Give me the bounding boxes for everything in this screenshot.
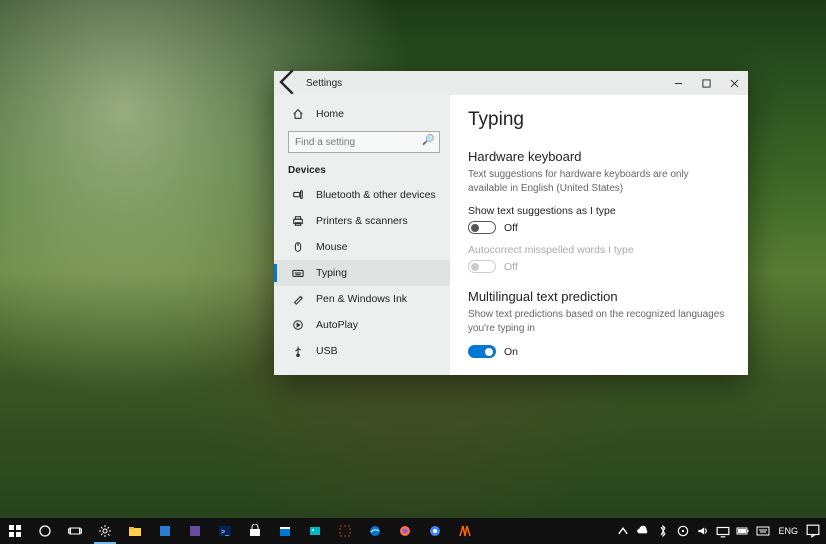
- taskbar-explorer[interactable]: [120, 518, 150, 544]
- taskbar-app-3[interactable]: [450, 518, 480, 544]
- cortana-button[interactable]: [30, 518, 60, 544]
- nav-label: Pen & Windows Ink: [316, 293, 407, 305]
- tray-action-center-icon[interactable]: [804, 518, 822, 544]
- nav-autoplay[interactable]: AutoPlay: [274, 312, 450, 338]
- nav-typing[interactable]: Typing: [274, 260, 450, 286]
- svg-text:>_: >_: [221, 529, 229, 536]
- task-view-button[interactable]: [60, 518, 90, 544]
- autoplay-icon: [292, 319, 304, 331]
- multilingual-hint: Show text predictions based on the recog…: [468, 308, 728, 335]
- setting-suggestions: Show text suggestions as I type Off: [468, 205, 728, 234]
- printer-icon: [292, 215, 304, 227]
- tray-location-icon[interactable]: [674, 518, 692, 544]
- tray-network-icon[interactable]: [714, 518, 732, 544]
- tray-onedrive-icon[interactable]: [634, 518, 652, 544]
- tray-volume-icon[interactable]: [694, 518, 712, 544]
- tray-chevron-icon[interactable]: [614, 518, 632, 544]
- nav-label: Typing: [316, 267, 347, 279]
- tray-power-icon[interactable]: [734, 518, 752, 544]
- settings-window: Settings Home 🔍 Devices: [274, 71, 748, 375]
- taskbar: >_ ENG: [0, 518, 826, 544]
- start-button[interactable]: [0, 518, 30, 544]
- toggle-state: On: [504, 346, 518, 358]
- nav-pen[interactable]: Pen & Windows Ink: [274, 286, 450, 312]
- setting-autocorrect: Autocorrect misspelled words I type Off: [468, 244, 728, 273]
- taskbar-app-2[interactable]: [180, 518, 210, 544]
- system-tray: ENG: [614, 518, 826, 544]
- tray-keyboard-icon[interactable]: [754, 518, 772, 544]
- taskbar-photos[interactable]: [300, 518, 330, 544]
- nav-label: AutoPlay: [316, 319, 358, 331]
- window-titlebar: Settings: [274, 71, 748, 95]
- nav-bluetooth[interactable]: Bluetooth & other devices: [274, 182, 450, 208]
- nav-label: Mouse: [316, 241, 348, 253]
- home-label: Home: [316, 108, 344, 120]
- section-hardware-keyboard: Hardware keyboard: [468, 149, 728, 164]
- nav-label: USB: [316, 345, 338, 357]
- maximize-button[interactable]: [692, 71, 720, 95]
- keyboard-icon: [292, 267, 304, 279]
- back-button[interactable]: [274, 68, 302, 99]
- tray-language[interactable]: ENG: [774, 526, 802, 536]
- setting-label: Show text suggestions as I type: [468, 205, 728, 217]
- pen-icon: [292, 293, 304, 305]
- nav-usb[interactable]: USB: [274, 338, 450, 364]
- settings-sidebar: Home 🔍 Devices Bluetooth & other devices…: [274, 95, 450, 375]
- setting-multilingual: On: [468, 345, 728, 358]
- suggestions-toggle[interactable]: [468, 221, 496, 234]
- tray-bluetooth-icon[interactable]: [654, 518, 672, 544]
- taskbar-firefox[interactable]: [390, 518, 420, 544]
- taskbar-settings-app[interactable]: [90, 518, 120, 544]
- search-input[interactable]: [288, 131, 440, 153]
- autocorrect-toggle: [468, 260, 496, 273]
- setting-label: Autocorrect misspelled words I type: [468, 244, 728, 256]
- toggle-state: Off: [504, 222, 518, 234]
- taskbar-snip[interactable]: [330, 518, 360, 544]
- close-button[interactable]: [720, 71, 748, 95]
- home-nav[interactable]: Home: [274, 101, 450, 127]
- minimize-button[interactable]: [664, 71, 692, 95]
- section-multilingual: Multilingual text prediction: [468, 289, 728, 304]
- multilingual-toggle[interactable]: [468, 345, 496, 358]
- taskbar-calendar[interactable]: [270, 518, 300, 544]
- taskbar-chrome[interactable]: [420, 518, 450, 544]
- section-label: Devices: [274, 161, 450, 182]
- bluetooth-icon: [292, 189, 304, 201]
- taskbar-store[interactable]: [240, 518, 270, 544]
- mouse-icon: [292, 241, 304, 253]
- usb-icon: [292, 345, 304, 357]
- nav-mouse[interactable]: Mouse: [274, 234, 450, 260]
- toggle-state: Off: [504, 261, 518, 273]
- nav-label: Printers & scanners: [316, 215, 408, 227]
- taskbar-powershell[interactable]: >_: [210, 518, 240, 544]
- nav-label: Bluetooth & other devices: [316, 189, 436, 201]
- home-icon: [292, 108, 304, 120]
- nav-printers[interactable]: Printers & scanners: [274, 208, 450, 234]
- search-icon: 🔍: [422, 135, 434, 146]
- window-title: Settings: [302, 78, 342, 89]
- desktop-wallpaper: Settings Home 🔍 Devices: [0, 0, 826, 544]
- taskbar-edge[interactable]: [360, 518, 390, 544]
- page-title: Typing: [468, 109, 728, 131]
- settings-content: Typing Hardware keyboard Text suggestion…: [450, 95, 748, 375]
- taskbar-app-1[interactable]: [150, 518, 180, 544]
- hw-keyboard-hint: Text suggestions for hardware keyboards …: [468, 168, 728, 195]
